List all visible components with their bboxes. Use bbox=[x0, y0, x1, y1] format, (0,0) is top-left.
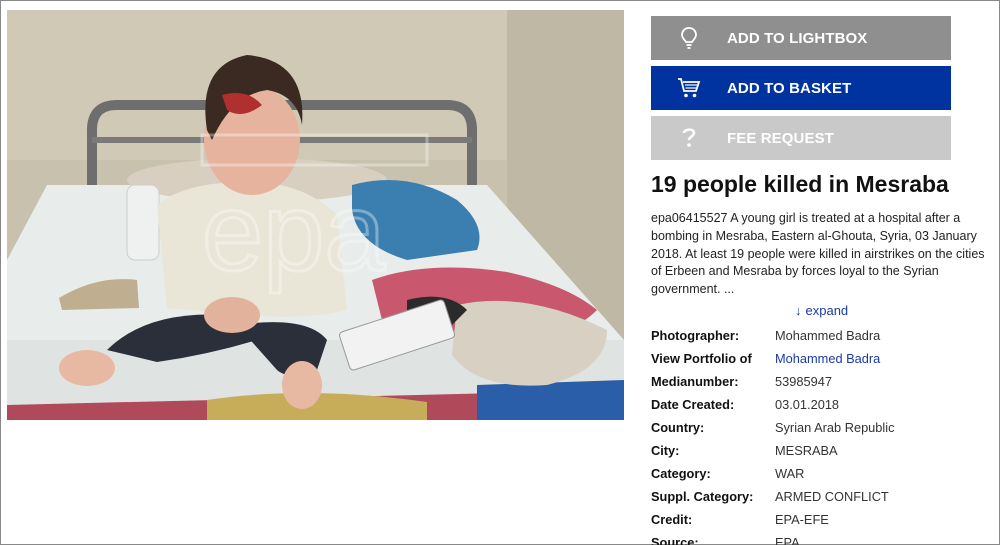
add-to-lightbox-button[interactable]: ADD TO LIGHTBOX bbox=[651, 16, 951, 60]
meta-key: Suppl. Category: bbox=[651, 488, 754, 504]
meta-row-portfolio: View Portfolio of Mohammed Badra bbox=[651, 347, 951, 370]
fee-request-button[interactable]: FEE REQUEST bbox=[651, 116, 951, 160]
meta-row-source: Source: EPA bbox=[651, 531, 951, 545]
meta-key: Source: bbox=[651, 534, 699, 545]
add-to-basket-label: ADD TO BASKET bbox=[727, 79, 852, 97]
add-to-lightbox-label: ADD TO LIGHTBOX bbox=[727, 29, 868, 47]
meta-row-credit: Credit: EPA-EFE bbox=[651, 508, 951, 531]
metadata-table: Photographer: Mohammed Badra View Portfo… bbox=[651, 324, 951, 545]
lightbulb-icon bbox=[651, 26, 727, 50]
meta-row-medianumber: Medianumber: 53985947 bbox=[651, 370, 951, 393]
meta-row-country: Country: Syrian Arab Republic bbox=[651, 416, 951, 439]
page-title: 19 people killed in Mesraba bbox=[651, 171, 949, 197]
meta-value: EPA bbox=[775, 534, 800, 545]
meta-row-date: Date Created: 03.01.2018 bbox=[651, 393, 951, 416]
meta-row-photographer: Photographer: Mohammed Badra bbox=[651, 324, 951, 347]
meta-row-category: Category: WAR bbox=[651, 462, 951, 485]
meta-value: Mohammed Badra bbox=[775, 327, 881, 343]
meta-key: View Portfolio of bbox=[651, 350, 752, 366]
photo-watermark: epa bbox=[202, 171, 386, 294]
meta-key: City: bbox=[651, 442, 680, 458]
question-icon bbox=[651, 127, 727, 149]
detail-panel: ADD TO LIGHTBOX ADD TO BASKET FEE REQUES… bbox=[651, 16, 985, 545]
meta-key: Photographer: bbox=[651, 327, 740, 343]
meta-key: Date Created: bbox=[651, 396, 735, 412]
meta-row-city: City: MESRABA bbox=[651, 439, 951, 462]
meta-row-suppl-category: Suppl. Category: ARMED CONFLICT bbox=[651, 485, 951, 508]
meta-key: Category: bbox=[651, 465, 711, 481]
meta-value: 03.01.2018 bbox=[775, 396, 840, 412]
arrow-down-icon: ↓ bbox=[795, 302, 802, 318]
expand-link[interactable]: ↓ expand bbox=[795, 303, 951, 318]
photo-illustration: epa bbox=[7, 10, 624, 420]
meta-value: WAR bbox=[775, 465, 805, 481]
meta-value: MESRABA bbox=[775, 442, 838, 458]
meta-key: Credit: bbox=[651, 511, 693, 527]
news-photo[interactable]: epa bbox=[7, 10, 624, 420]
cart-icon bbox=[651, 77, 727, 99]
fee-request-label: FEE REQUEST bbox=[727, 129, 834, 147]
add-to-basket-button[interactable]: ADD TO BASKET bbox=[651, 66, 951, 110]
meta-value: ARMED CONFLICT bbox=[775, 488, 889, 504]
meta-value: 53985947 bbox=[775, 373, 832, 389]
portfolio-link[interactable]: Mohammed Badra bbox=[775, 351, 880, 366]
meta-value: Syrian Arab Republic bbox=[775, 419, 895, 435]
meta-value: EPA-EFE bbox=[775, 511, 829, 527]
meta-key: Medianumber: bbox=[651, 373, 739, 389]
meta-key: Country: bbox=[651, 419, 705, 435]
expand-label: expand bbox=[805, 302, 849, 318]
story-description: epa06415527 A young girl is treated at a… bbox=[651, 211, 985, 297]
